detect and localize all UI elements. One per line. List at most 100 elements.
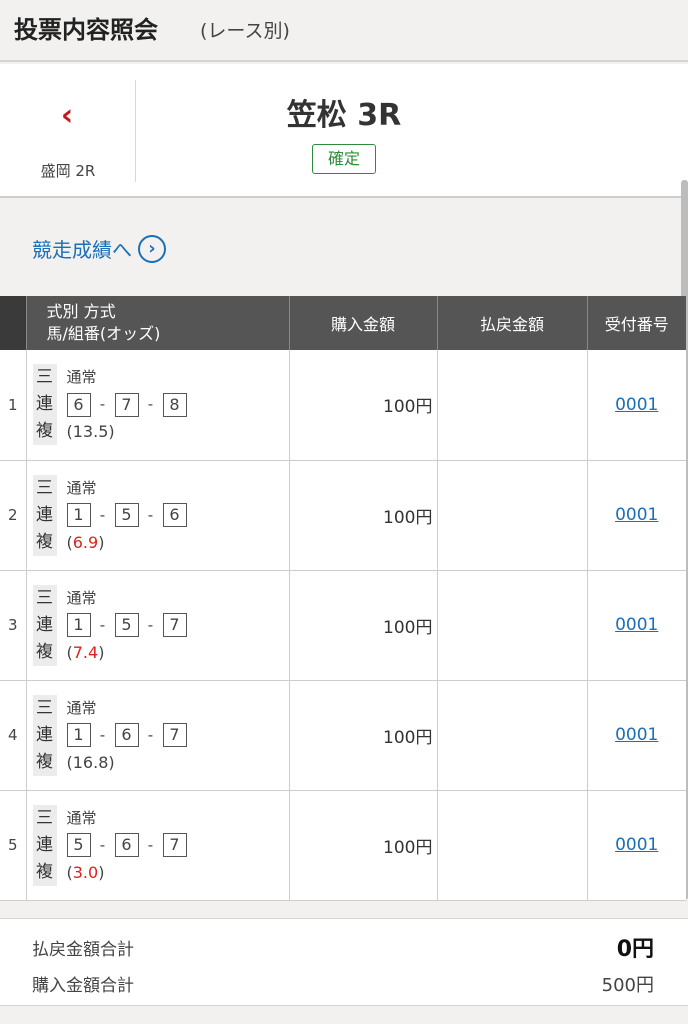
summary-panel: 払戻金額合計 0円 購入金額合計 500円: [0, 918, 688, 1006]
horse-number: 7: [162, 613, 187, 637]
bet-type-char: 連: [36, 504, 53, 525]
previous-race-button[interactable]: ‹ 盛岡 2R: [0, 80, 136, 182]
horse-combination: 1-5-7: [66, 612, 187, 639]
odds: (16.8): [66, 752, 115, 772]
table-row: 3 三連複通常 1-5-7 (7.4) 100円 0001: [0, 570, 686, 681]
bet-type-char: 複: [36, 641, 53, 662]
table-row: 2 三連複通常 1-5-6 (6.9) 100円 0001: [0, 460, 686, 571]
payout-amount: [437, 570, 588, 681]
race-header: ‹ 盛岡 2R 笠松 3R 確定: [0, 64, 688, 198]
receipt-number-link[interactable]: 0001: [615, 725, 658, 745]
header-receipt: 受付番号: [587, 296, 686, 350]
buy-amount: 100円: [289, 350, 438, 461]
receipt-cell: 0001: [587, 350, 686, 461]
bet-method: 通常: [66, 368, 97, 387]
page-title: 投票内容照会: [14, 16, 158, 44]
horse-number: 7: [162, 833, 187, 857]
bet-type-char: 複: [36, 861, 53, 882]
buy-total-value: 500円: [601, 975, 654, 996]
bet-type-cell: 三連複通常 6-7-8 (13.5): [26, 350, 290, 461]
bet-detail: 通常 6-7-8 (13.5): [66, 364, 187, 445]
odds-value: 7.4: [72, 642, 99, 662]
bet-type-char: 三: [36, 807, 53, 828]
bet-type-label: 三連複: [32, 584, 57, 666]
bet-type-label: 三連複: [32, 364, 57, 446]
payout-total-label: 払戻金額合計: [32, 940, 134, 960]
odds: (13.5): [66, 422, 115, 442]
horse-combination: 6-7-8: [66, 391, 187, 418]
status-badge: 確定: [312, 144, 376, 174]
chevron-right-circle-icon: ›: [138, 234, 166, 263]
buy-amount: 100円: [289, 460, 438, 571]
table-row: 4 三連複通常 1-6-7 (16.8) 100円 0001: [0, 680, 686, 791]
horse-number: 7: [114, 392, 139, 417]
buy-amount: 100円: [289, 790, 438, 901]
bet-method: 通常: [66, 698, 97, 717]
odds-value: 6.9: [72, 532, 99, 552]
receipt-cell: 0001: [587, 460, 686, 571]
bet-type-char: 三: [36, 697, 53, 718]
combo-separator: -: [99, 395, 106, 414]
bet-type-cell: 三連複通常 5-6-7 (3.0): [26, 790, 290, 901]
receipt-cell: 0001: [587, 680, 686, 791]
bet-type-char: 複: [36, 531, 53, 552]
horse-combination: 1-6-7: [66, 722, 187, 749]
horse-number: 1: [66, 503, 91, 527]
horse-number: 1: [66, 723, 91, 747]
bet-method: 通常: [66, 478, 97, 497]
bet-type-char: 三: [36, 367, 53, 388]
receipt-cell: 0001: [587, 570, 686, 681]
odds: (6.9): [66, 532, 105, 552]
receipt-number-link[interactable]: 0001: [615, 835, 658, 855]
horse-number: 6: [162, 503, 187, 527]
row-index: 3: [0, 570, 27, 681]
bet-type-cell: 三連複通常 1-5-6 (6.9): [26, 460, 290, 571]
horse-number: 6: [114, 833, 139, 857]
bet-type-cell: 三連複通常 1-6-7 (16.8): [26, 680, 290, 791]
bet-method: 通常: [66, 588, 97, 607]
horse-combination: 1-5-6: [66, 502, 187, 529]
race-result-link[interactable]: 競走成績へ ›: [32, 234, 166, 263]
row-index: 1: [0, 350, 27, 461]
bet-type-label: 三連複: [32, 694, 57, 776]
receipt-number-link[interactable]: 0001: [615, 505, 658, 525]
receipt-number-link[interactable]: 0001: [615, 615, 658, 635]
odds-value: 13.5: [72, 422, 109, 442]
header-buy: 購入金額: [289, 296, 438, 350]
receipt-number-link[interactable]: 0001: [615, 395, 658, 415]
page-subtitle: (レース別): [200, 20, 290, 42]
bet-type-cell: 三連複通常 1-5-7 (7.4): [26, 570, 290, 681]
top-bar: 投票内容照会 (レース別): [0, 0, 688, 62]
table-row: 1 三連複通常 6-7-8 (13.5) 100円 0001: [0, 350, 686, 461]
bets-table: 式別 方式 馬/組番(オッズ) 購入金額 払戻金額 受付番号 1 三連複通常 6-7…: [0, 296, 686, 901]
race-name: 笠松 3R: [286, 98, 402, 133]
chevron-left-icon: ‹: [60, 98, 74, 133]
horse-number: 8: [162, 392, 187, 417]
bet-method: 通常: [66, 808, 97, 827]
combo-separator: -: [99, 835, 106, 854]
combo-separator: -: [147, 725, 154, 744]
horse-number: 6: [114, 723, 139, 747]
horse-number: 7: [162, 723, 187, 747]
combo-separator: -: [147, 395, 154, 414]
payout-amount: [437, 350, 588, 461]
horse-combination: 5-6-7: [66, 832, 187, 859]
bet-type-label: 三連複: [32, 474, 57, 556]
bet-detail: 通常 1-6-7 (16.8): [66, 695, 187, 776]
table-row: 5 三連複通常 5-6-7 (3.0) 100円 0001: [0, 790, 686, 901]
payout-amount: [437, 680, 588, 791]
bet-type-label: 三連複: [32, 804, 57, 886]
bet-detail: 通常 5-6-7 (3.0): [66, 805, 187, 886]
horse-number: 1: [66, 613, 91, 637]
payout-amount: [437, 790, 588, 901]
bet-type-char: 複: [36, 421, 53, 442]
table-header-row: 式別 方式 馬/組番(オッズ) 購入金額 払戻金額 受付番号: [0, 296, 686, 350]
odds: (3.0): [66, 862, 105, 882]
odds: (7.4): [66, 642, 105, 662]
bet-detail: 通常 1-5-6 (6.9): [66, 475, 187, 556]
bet-type-char: 連: [36, 394, 53, 415]
bet-type-char: 連: [36, 724, 53, 745]
combo-separator: -: [99, 615, 106, 634]
header-payout: 払戻金額: [437, 296, 588, 350]
receipt-cell: 0001: [587, 790, 686, 901]
